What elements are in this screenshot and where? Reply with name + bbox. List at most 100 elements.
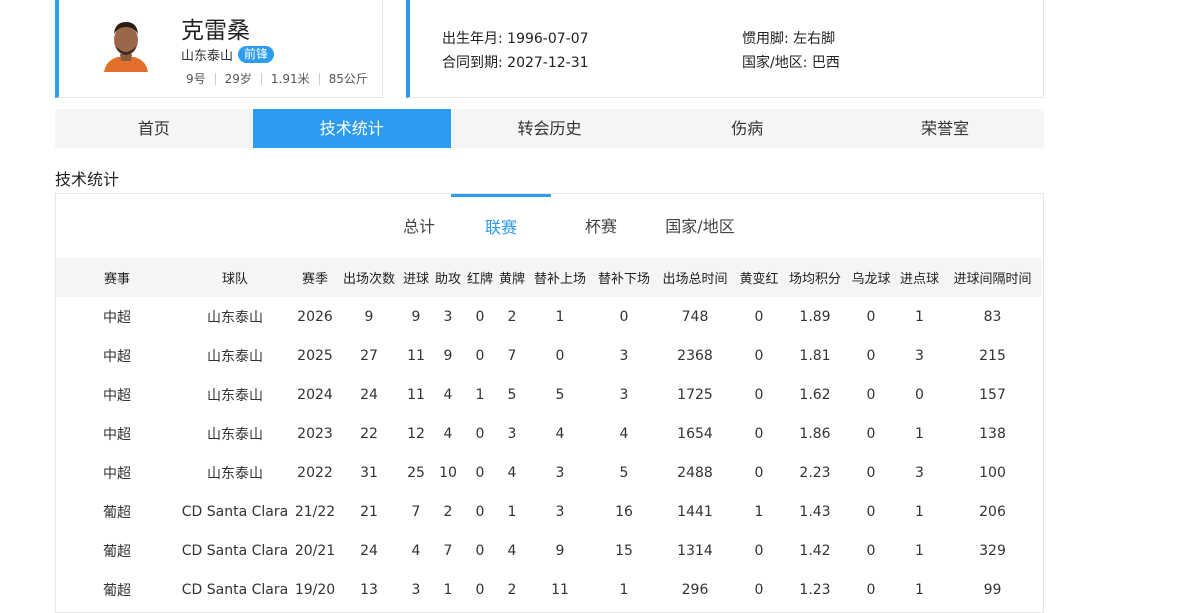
player-info-card: 出生年月: 1996-07-07 合同到期: 2027-12-31 惯用脚: 左… xyxy=(406,0,1044,98)
table-cell: 葡超 xyxy=(103,504,131,521)
table-cell: 3 xyxy=(443,308,453,325)
table-cell: 4 xyxy=(507,464,517,481)
column-header: 进球间隔时间 xyxy=(943,258,1042,297)
column-header: 替补上场 xyxy=(528,258,592,297)
column-header: 替补下场 xyxy=(592,258,656,297)
table-cell: 329 xyxy=(979,542,1006,559)
main-tab-bar: 首页 技术统计 转会历史 伤病 荣誉室 xyxy=(55,109,1044,148)
table-cell: 1.89 xyxy=(799,308,831,325)
table-cell: 9 xyxy=(555,542,565,559)
meta-divider xyxy=(318,72,320,85)
table-cell: 4 xyxy=(443,386,453,403)
table-cell: 0 xyxy=(754,464,764,481)
table-cell: 山东泰山 xyxy=(207,387,263,404)
table-row: 葡超 CD Santa Clara 20/21 24 4 7 0 4 9 15 1314 0 1.42 0… xyxy=(56,531,1042,570)
table-cell: 山东泰山 xyxy=(207,426,263,443)
table-cell: 25 xyxy=(407,464,425,481)
table-cell: 1 xyxy=(555,308,565,325)
tab-home[interactable]: 首页 xyxy=(55,109,253,148)
table-cell: 1.81 xyxy=(799,347,831,364)
table-cell: 3 xyxy=(915,464,924,481)
table-cell: 7 xyxy=(411,503,421,520)
table-cell: 31 xyxy=(360,464,378,481)
table-cell: 2025 xyxy=(297,347,333,364)
column-header: 球队 xyxy=(178,258,292,297)
team-line: 山东泰山 前锋 xyxy=(181,45,275,64)
column-header: 赛事 xyxy=(56,258,178,297)
table-cell: 5 xyxy=(555,386,565,403)
subtab-cup[interactable]: 杯赛 xyxy=(551,194,651,258)
table-cell: 0 xyxy=(475,542,485,559)
table-cell: 20/21 xyxy=(294,542,336,559)
subtab-league[interactable]: 联赛 xyxy=(451,194,551,258)
table-cell: 9 xyxy=(411,308,421,325)
table-cell: 9 xyxy=(364,308,374,325)
stats-table: 赛事 球队 赛季 出场次数 进球 助攻 红牌 黄牌 替补上场 替补下场 出场总时间 黄变红 场均积分 乌龙… xyxy=(56,258,1042,609)
table-cell: 16 xyxy=(615,503,633,520)
player-name: 克雷桑 xyxy=(181,18,250,44)
table-cell: 3 xyxy=(555,464,565,481)
section-title: 技术统计 xyxy=(55,170,120,189)
table-row: 中超 山东泰山 2026 9 9 3 0 2 1 0 748 0 1.89 0 1 83 xyxy=(56,297,1042,336)
player-age: 29岁 xyxy=(224,72,252,86)
table-cell: 2 xyxy=(507,308,517,325)
table-cell: 中超 xyxy=(103,465,131,482)
table-cell: 1 xyxy=(915,581,924,598)
table-row: 葡超 CD Santa Clara 19/20 13 3 1 0 2 11 1 296 0 1.23 0 1… xyxy=(56,570,1042,609)
table-cell: 2 xyxy=(507,581,517,598)
table-row: 中超 山东泰山 2022 31 25 10 0 4 3 5 2488 0 2.23 0 3 100 xyxy=(56,453,1042,492)
table-cell: 748 xyxy=(681,308,709,325)
table-cell: 2368 xyxy=(677,347,713,364)
column-header: 黄变红 xyxy=(734,258,784,297)
table-cell: 1 xyxy=(443,581,453,598)
table-cell: 0 xyxy=(866,425,876,442)
table-cell: 0 xyxy=(754,308,764,325)
column-header: 出场次数 xyxy=(338,258,400,297)
table-cell: 0 xyxy=(866,464,876,481)
player-team[interactable]: 山东泰山 xyxy=(181,45,233,64)
table-cell: 0 xyxy=(475,503,485,520)
table-cell: 0 xyxy=(619,308,629,325)
table-cell: 3 xyxy=(555,503,565,520)
table-cell: CD Santa Clara xyxy=(181,581,289,598)
table-cell: 3 xyxy=(411,581,421,598)
info-nationality: 国家/地区: 巴西 xyxy=(742,55,840,71)
table-cell: 山东泰山 xyxy=(207,465,263,482)
column-header: 助攻 xyxy=(432,258,464,297)
table-cell: 157 xyxy=(979,386,1006,403)
tab-transfers[interactable]: 转会历史 xyxy=(451,109,649,148)
table-cell: 1314 xyxy=(677,542,713,559)
table-cell: 1.43 xyxy=(799,503,831,520)
column-header: 乌龙球 xyxy=(846,258,896,297)
table-cell: 2022 xyxy=(297,464,333,481)
table-cell: 中超 xyxy=(103,426,131,443)
table-cell: 19/20 xyxy=(294,581,336,598)
tab-injuries[interactable]: 伤病 xyxy=(648,109,846,148)
table-cell: 1.23 xyxy=(799,581,831,598)
table-row: 中超 山东泰山 2025 27 11 9 0 7 0 3 2368 0 1.81 0 3 215 xyxy=(56,336,1042,375)
column-header: 赛季 xyxy=(292,258,338,297)
table-cell: 4 xyxy=(507,542,517,559)
column-header: 进点球 xyxy=(896,258,943,297)
column-header: 黄牌 xyxy=(496,258,528,297)
table-cell: 2024 xyxy=(297,386,333,403)
table-cell: 24 xyxy=(360,386,378,403)
info-contract: 合同到期: 2027-12-31 xyxy=(442,55,589,71)
player-number: 9号 xyxy=(186,72,206,86)
tab-stats[interactable]: 技术统计 xyxy=(252,109,451,148)
table-cell: 0 xyxy=(754,386,764,403)
table-cell: 2026 xyxy=(297,308,333,325)
table-cell: 0 xyxy=(754,347,764,364)
position-badge: 前锋 xyxy=(238,46,275,63)
table-cell: 0 xyxy=(475,308,485,325)
table-cell: 中超 xyxy=(103,309,131,326)
table-cell: CD Santa Clara xyxy=(181,542,289,559)
table-cell: 中超 xyxy=(103,387,131,404)
column-header: 场均积分 xyxy=(784,258,846,297)
table-cell: 0 xyxy=(475,581,485,598)
table-cell: 5 xyxy=(507,386,517,403)
table-cell: 296 xyxy=(681,581,709,598)
subtab-national[interactable]: 国家/地区 xyxy=(650,194,750,258)
table-cell: 11 xyxy=(407,386,425,403)
tab-honors[interactable]: 荣誉室 xyxy=(846,109,1044,148)
